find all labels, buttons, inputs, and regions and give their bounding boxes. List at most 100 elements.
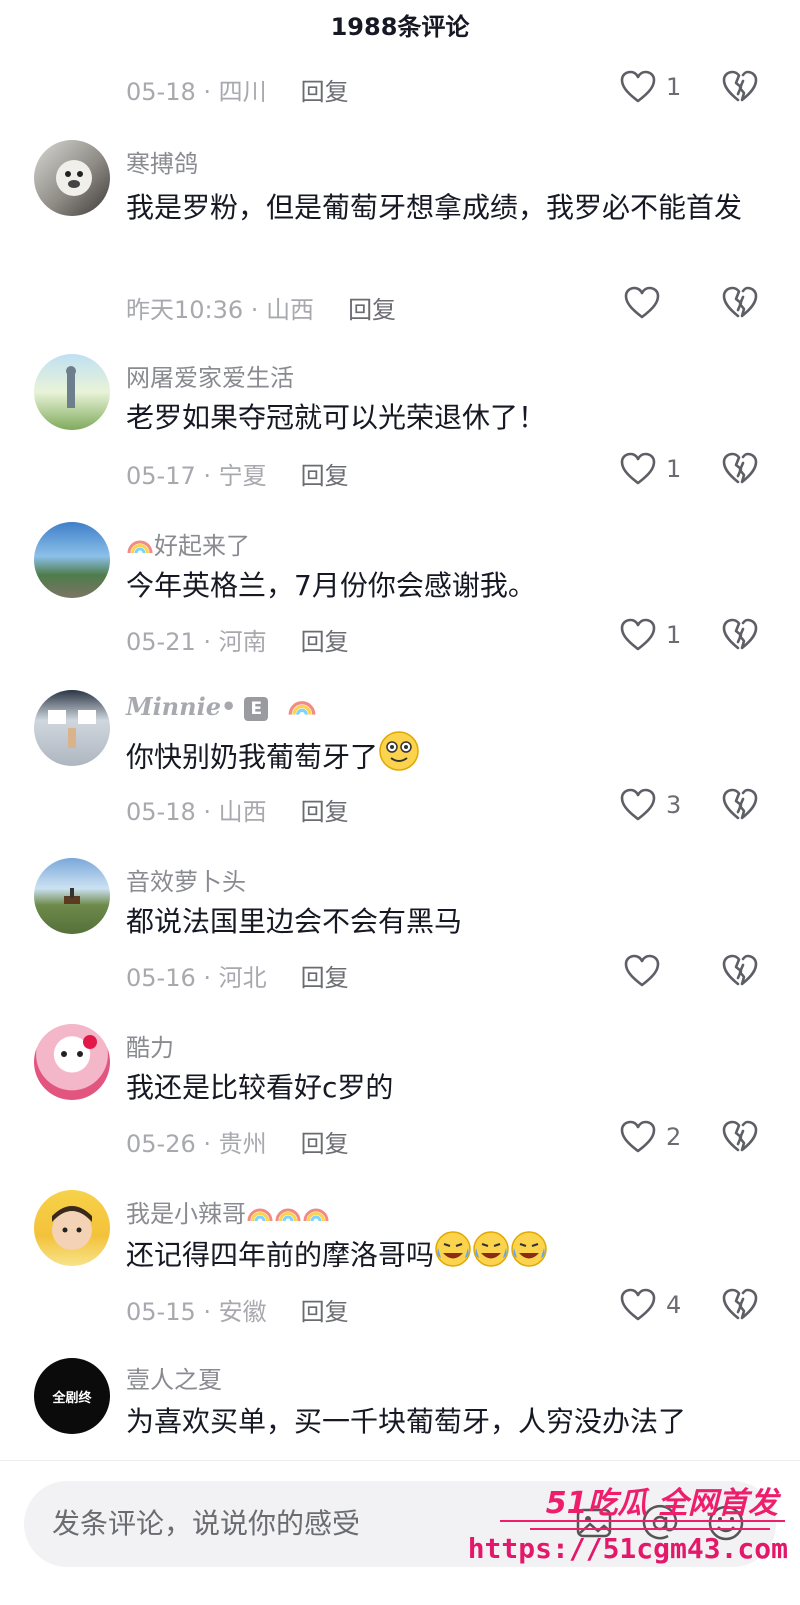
heart-outline-icon [624,954,660,988]
comment-meta: 昨天10:36 · 山西 回复 [126,296,397,324]
avatar[interactable]: 全剧终 [34,1358,110,1434]
comment-text: 还记得四年前的摩洛哥吗 [126,1230,766,1283]
commenter-name[interactable]: 酷力 [126,1028,174,1063]
like-button[interactable]: 1 [620,452,681,486]
avatar[interactable] [34,354,110,430]
dislike-button[interactable] [722,788,758,826]
commenter-name[interactable]: 音效萝卜头 [126,862,246,897]
commenter-name[interactable]: 寒搏鸽 [126,144,198,179]
like-count: 1 [666,621,682,649]
comment-text: 你快别奶我葡萄牙了 [126,730,766,787]
dislike-button[interactable] [722,1288,758,1326]
comment-region: 安徽 [218,1298,267,1326]
avatar[interactable] [34,1190,110,1266]
heart-outline-icon [620,70,656,104]
avatar[interactable] [34,1024,110,1100]
reply-button[interactable]: 回复 [348,296,396,324]
dislike-button[interactable] [722,70,758,108]
comment-date: 05-17 [126,462,196,490]
comment-meta: 05-16 · 河北 回复 [126,964,349,992]
reply-button[interactable]: 回复 [301,1298,349,1326]
commenter-name[interactable]: 好起来了 [126,526,250,561]
comment-input-bar: 发条评论，说说你的感受 [0,1460,800,1605]
laugh-cry-emoji [472,1230,510,1283]
comment-region: 河南 [218,628,267,656]
comment-region: 河北 [218,964,267,992]
dislike-button[interactable] [722,1120,758,1158]
comment-meta: 05-26 · 贵州 回复 [126,1130,349,1158]
comment-date: 05-18 [126,798,196,826]
laugh-cry-emoji [510,1230,548,1283]
rainbow-emoji [246,1201,274,1229]
commenter-name[interactable]: 我是小辣哥 [126,1194,330,1229]
at-icon[interactable] [640,1503,680,1543]
like-button[interactable]: 3 [620,788,681,822]
comment-date: 05-16 [126,964,196,992]
commenter-name-text: 好起来了 [154,532,250,560]
comment-input[interactable]: 发条评论，说说你的感受 [24,1481,776,1567]
dislike-button[interactable] [722,286,758,324]
dislike-button[interactable] [722,618,758,656]
comment-region: 贵州 [218,1130,267,1158]
reply-button[interactable]: 回复 [301,1130,349,1158]
commenter-name-text: 我是小辣哥 [126,1200,246,1228]
rainbow-emoji [287,694,317,723]
commenter-name[interactable]: Minnie• E [126,692,317,723]
like-count: 1 [666,73,682,101]
heart-outline-icon [620,1288,656,1322]
rainbow-emoji [302,1201,330,1229]
comment-meta: 05-21 · 河南 回复 [126,628,349,656]
comment-text: 为喜欢买单，买一千块葡萄牙，人穷没办法了 [126,1405,687,1438]
emoji-icon[interactable] [706,1503,746,1543]
like-count: 4 [666,1291,682,1319]
avatar[interactable] [34,140,110,216]
comment-text: 我还是比较看好c罗的 [126,1071,394,1104]
reply-button[interactable]: 回复 [301,798,349,826]
reply-button[interactable]: 回复 [301,628,349,656]
broken-heart-icon [722,954,758,988]
reply-button[interactable]: 回复 [301,462,349,490]
commenter-name[interactable]: 壹人之夏 [126,1360,222,1395]
like-button[interactable] [624,954,660,988]
avatar[interactable] [34,858,110,934]
reply-button[interactable]: 回复 [301,964,349,992]
comment-text: 今年英格兰，7月份你会感谢我。 [126,569,536,602]
like-count: 2 [666,1123,682,1151]
smile-emoji [378,730,420,787]
comment-date: 05-21 [126,628,196,656]
comment-region: 山西 [266,296,315,324]
avatar[interactable] [34,522,110,598]
comment-text: 都说法国里边会不会有黑马 [126,905,463,938]
laugh-cry-emoji [434,1230,472,1283]
comment-meta: 05-15 · 安徽 回复 [126,1298,349,1326]
heart-outline-icon [620,618,656,652]
like-button[interactable] [624,286,660,320]
comment-date: 昨天10:36 [126,296,244,324]
comment-text: 老罗如果夺冠就可以光荣退休了！ [126,401,547,434]
rainbow-emoji [126,533,154,561]
like-count: 3 [666,791,682,819]
comments-count-title: 1988条评论 [330,13,470,41]
comment-meta: 05-18 · 山西 回复 [126,798,349,826]
comment-text: 我是罗粉，但是葡萄牙想拿成绩，我罗必不能首发 [126,191,743,224]
comment-date: 05-15 [126,1298,196,1326]
commenter-name[interactable]: 网屠爱家爱生活 [126,358,294,393]
comment-input-placeholder: 发条评论，说说你的感受 [52,1507,361,1540]
like-count: 1 [666,455,682,483]
comment-region: 山西 [218,798,267,826]
like-button[interactable]: 1 [620,618,681,652]
avatar[interactable] [34,690,110,766]
like-button[interactable]: 4 [620,1288,681,1322]
input-toolbar [574,1503,746,1543]
broken-heart-icon [722,286,758,320]
dislike-button[interactable] [722,452,758,490]
comment-text-content: 你快别奶我葡萄牙了 [126,740,379,774]
like-button[interactable]: 1 [620,70,681,104]
avatar-text: 全剧终 [52,1390,92,1406]
like-button[interactable]: 2 [620,1120,681,1154]
broken-heart-icon [722,452,758,486]
comment-meta: 05-18 · 四川 回复 [126,78,349,106]
reply-button[interactable]: 回复 [301,78,349,106]
image-icon[interactable] [574,1503,614,1543]
dislike-button[interactable] [722,954,758,992]
